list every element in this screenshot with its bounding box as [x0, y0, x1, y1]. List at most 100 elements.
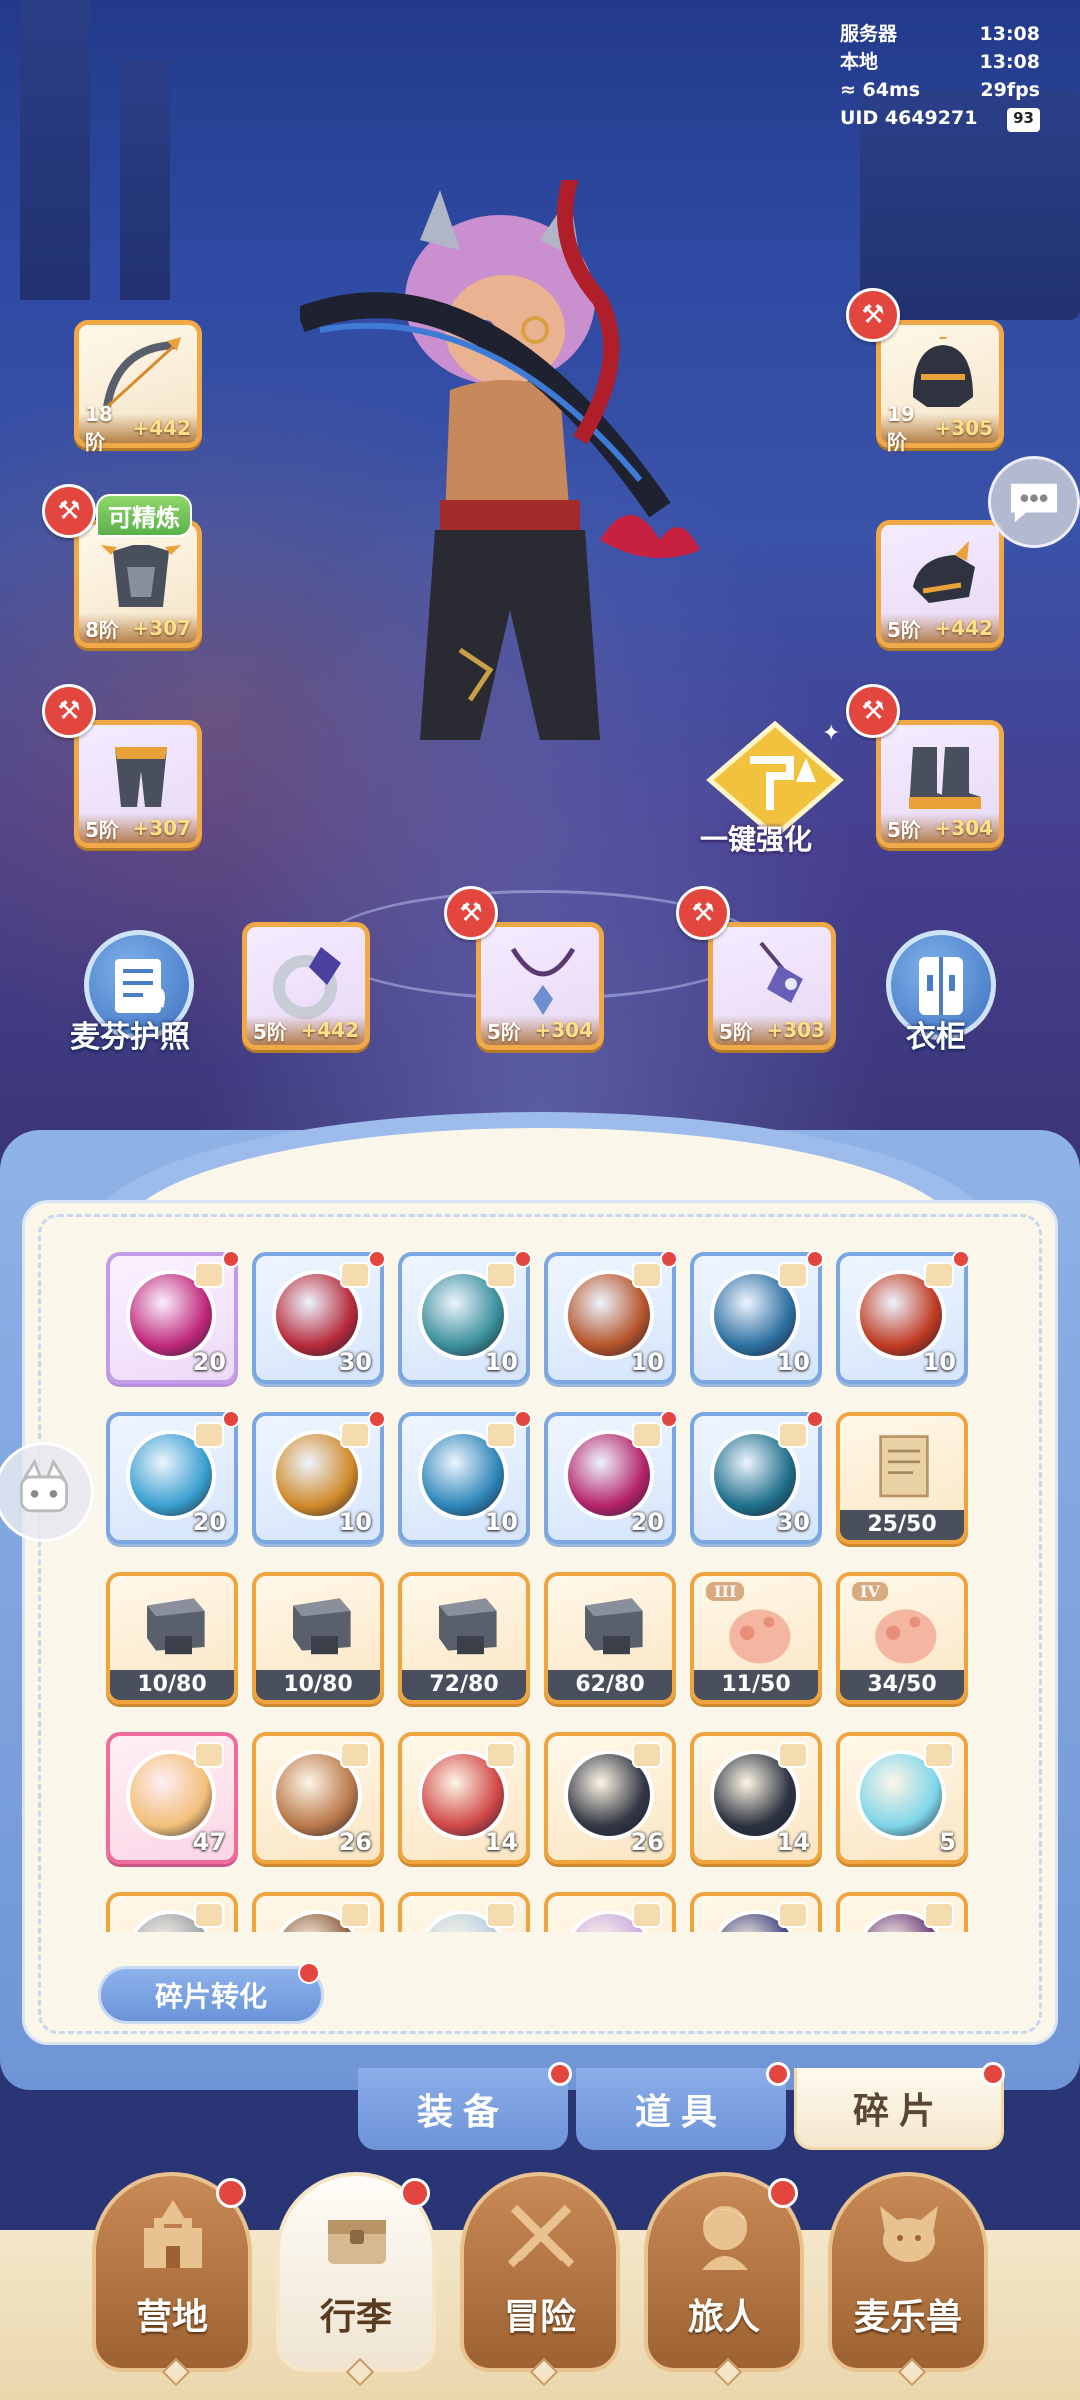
slot-bonus: +442 [934, 616, 993, 640]
notification-dot [368, 1250, 386, 1268]
fragment-item[interactable]: 14 [398, 1732, 530, 1864]
fragment-item[interactable]: 30 [690, 1410, 824, 1544]
notification-dot [298, 1962, 320, 1984]
server-time: 13:08 [979, 23, 1040, 45]
background-pillar [20, 0, 90, 300]
puzzle-piece-icon [340, 1422, 370, 1448]
fragment-item[interactable]: 20 [106, 1250, 240, 1384]
notification-dot [222, 1250, 240, 1268]
fragment-item[interactable]: 47 [106, 1732, 238, 1864]
nav-travelers[interactable]: 旅人 [644, 2172, 804, 2387]
fragment-item[interactable]: 62/80 [544, 1572, 676, 1704]
fragment-item[interactable]: 14 [690, 1732, 822, 1864]
anvil-icon [585, 1598, 643, 1655]
fragment-item[interactable]: 26 [544, 1732, 676, 1864]
fragment-item[interactable]: IV 34/50 [836, 1572, 968, 1704]
fragment-item[interactable]: 10 [398, 1250, 532, 1384]
fragment-item[interactable]: 72/80 [398, 1572, 530, 1704]
fragment-count: 10 [338, 1508, 372, 1536]
fragment-count: 20 [192, 1508, 226, 1536]
fragment-count: 10 [922, 1348, 956, 1376]
upgrade-hammer-icon[interactable]: ⚒ [42, 684, 96, 738]
notification-dot [660, 1410, 678, 1428]
equip-slot-ring[interactable]: 5阶 +442 [242, 922, 370, 1050]
upgrade-hammer-icon[interactable]: ⚒ [42, 484, 96, 538]
tab-items[interactable]: 道具 [576, 2062, 790, 2150]
fragment-item[interactable]: 5 [836, 1732, 968, 1864]
fragment-item[interactable] [398, 1892, 530, 1932]
puzzle-piece-icon [194, 1262, 224, 1288]
nav-label: 麦乐兽 [853, 2297, 962, 2338]
notification-dot [368, 1410, 386, 1428]
fragment-item[interactable]: 25/50 [836, 1412, 968, 1544]
muffin-passport-label[interactable]: 麦芬护照 [70, 1012, 190, 1056]
fragment-progress: 25/50 [840, 1510, 964, 1540]
upgrade-hammer-icon[interactable]: ⚒ [444, 886, 498, 940]
ring-icon [273, 947, 341, 1019]
equip-slot-helmet[interactable]: 19阶 +305 [876, 320, 1004, 454]
local-time-label: 本地 [840, 51, 879, 73]
fragment-item[interactable]: 10 [690, 1250, 824, 1384]
fragment-count: 10 [776, 1348, 810, 1376]
fragment-convert-button[interactable]: 碎片转化 [98, 1966, 324, 2024]
nav-camp[interactable]: 营地 [92, 2172, 252, 2387]
fragment-item[interactable]: 10 [252, 1410, 386, 1544]
wardrobe-label[interactable]: 衣柜 [906, 1012, 966, 1056]
nav-pets[interactable]: 麦乐兽 [828, 2172, 988, 2387]
fragment-item[interactable]: 10 [836, 1250, 970, 1384]
fragment-item[interactable]: 20 [106, 1410, 240, 1544]
tab-label: 装备 [416, 2092, 509, 2133]
equip-slot-boots[interactable]: 5阶 +304 [876, 720, 1004, 848]
fragment-item[interactable]: 30 [252, 1250, 386, 1384]
fragment-item[interactable]: 10/80 [252, 1572, 384, 1704]
fragment-item[interactable]: 10 [544, 1250, 678, 1384]
nav-adventure[interactable]: 冒险 [460, 2172, 620, 2387]
fragment-progress: 34/50 [840, 1670, 964, 1700]
puzzle-piece-icon [194, 1742, 224, 1768]
fragment-item[interactable]: 10 [398, 1410, 532, 1544]
fragment-item[interactable] [690, 1892, 822, 1932]
puzzle-piece-icon [632, 1742, 662, 1768]
tier-badge: III [706, 1582, 745, 1601]
equip-slot-gauntlet[interactable]: 5阶 +442 [876, 520, 1004, 648]
upgrade-hammer-icon[interactable]: ⚒ [846, 684, 900, 738]
fragment-item[interactable]: 20 [544, 1410, 678, 1544]
upgrade-hammer-icon[interactable]: ⚒ [846, 288, 900, 342]
helper-bot-button[interactable] [0, 1442, 94, 1542]
upgrade-hammer-icon[interactable]: ⚒ [676, 886, 730, 940]
local-time: 13:08 [979, 51, 1040, 73]
ping-value: 64ms [862, 79, 921, 101]
puzzle-piece-icon [778, 1422, 808, 1448]
fragment-item[interactable] [252, 1892, 384, 1932]
slot-bonus: +442 [132, 416, 191, 440]
fragment-item[interactable] [544, 1892, 676, 1932]
fragment-item[interactable]: 26 [252, 1732, 384, 1864]
puzzle-piece-icon [340, 1742, 370, 1768]
equip-slot-charm[interactable]: 5阶 +303 [708, 922, 836, 1050]
chat-button[interactable] [988, 456, 1080, 548]
slot-bonus: +303 [766, 1018, 825, 1042]
equip-slot-armor[interactable]: 8阶 +307 [74, 520, 202, 648]
tab-fragments[interactable]: 碎片 [794, 2062, 1005, 2150]
equip-slot-leggings[interactable]: 5阶 +307 [74, 720, 202, 848]
puzzle-piece-icon [778, 1902, 808, 1928]
castle-icon [144, 2200, 202, 2268]
equip-slot-necklace[interactable]: 5阶 +304 [476, 922, 604, 1050]
fragment-item[interactable]: III 11/50 [690, 1572, 822, 1704]
fragment-item[interactable] [106, 1892, 238, 1932]
notification-dot [806, 1410, 824, 1428]
fragment-count: 30 [776, 1508, 810, 1536]
nav-luggage[interactable]: 行李 [276, 2172, 436, 2387]
ping-readout: ≈ 64ms [840, 76, 920, 104]
fragment-count: 10 [630, 1348, 664, 1376]
puzzle-piece-icon [340, 1902, 370, 1928]
fragment-item[interactable]: 10/80 [106, 1572, 238, 1704]
one-key-enhance-label[interactable]: 一键强化 [700, 818, 812, 858]
slot-bonus: +307 [132, 616, 191, 640]
fragment-count: 30 [338, 1348, 372, 1376]
notification-dot [514, 1410, 532, 1428]
tab-equipment[interactable]: 装备 [358, 2062, 572, 2150]
equip-slot-bow[interactable]: 18阶 +442 [74, 320, 202, 454]
notification-dot [222, 1410, 240, 1428]
fragment-item[interactable] [836, 1892, 968, 1932]
